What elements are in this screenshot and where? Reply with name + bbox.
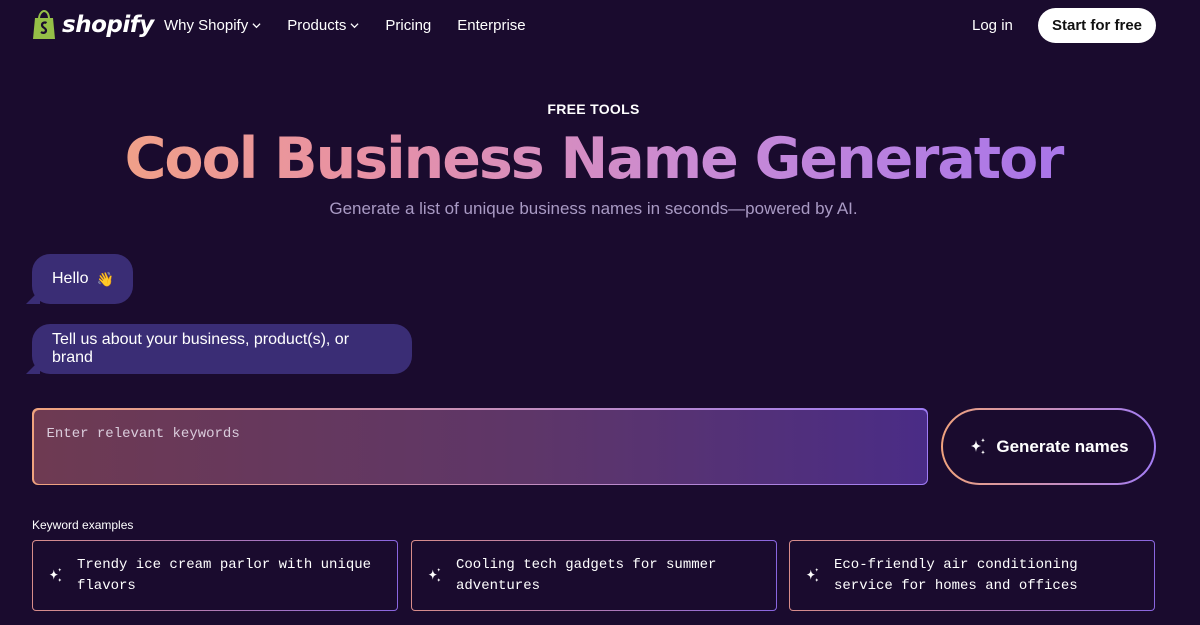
waving-hand-icon: 👋 — [96, 270, 114, 287]
example-text: Trendy ice cream parlor with unique flav… — [77, 556, 372, 594]
example-text: Cooling tech gadgets for summer adventur… — [456, 556, 717, 594]
page-title: Cool Business Name Generator — [0, 125, 1187, 193]
nav-links: Why Shopify Products Pricing Enterprise — [164, 17, 552, 34]
eyebrow-label: FREE TOOLS — [547, 101, 640, 117]
nav-pricing[interactable]: Pricing — [385, 17, 431, 34]
chevron-down-icon — [252, 23, 261, 29]
generate-button-frame: Generate names — [941, 408, 1156, 485]
keyword-examples-label: Keyword examples — [32, 518, 134, 532]
nav-products[interactable]: Products — [287, 17, 359, 34]
logo-text: shopify — [62, 12, 154, 38]
shopify-logo[interactable]: shopify — [32, 10, 154, 40]
keywords-input-frame — [32, 408, 928, 485]
example-card[interactable]: Eco-friendly air conditioning service fo… — [790, 541, 1154, 610]
nav-enterprise[interactable]: Enterprise — [457, 17, 525, 34]
shopify-bag-icon — [33, 10, 55, 39]
login-link[interactable]: Log in — [972, 17, 1013, 34]
top-nav: shopify Why Shopify Products Pricing Ent… — [0, 0, 1200, 52]
example-card[interactable]: Cooling tech gadgets for summer adventur… — [412, 541, 776, 610]
nav-label: Enterprise — [457, 17, 526, 34]
prompt-text: Tell us about your business, product(s),… — [52, 331, 350, 366]
start-for-free-button[interactable]: Start for free — [1038, 8, 1156, 43]
sparkle-icon — [971, 437, 986, 455]
nav-label: Products — [287, 17, 347, 34]
sparkle-icon — [428, 567, 441, 582]
chevron-down-icon — [350, 23, 359, 29]
nav-label: Why Shopify — [164, 17, 249, 34]
example-card[interactable]: Trendy ice cream parlor with unique flav… — [33, 541, 397, 610]
bubble-tail — [26, 290, 40, 304]
generate-label: Generate names — [996, 436, 1129, 456]
sparkle-icon — [49, 567, 62, 582]
nav-label: Pricing — [385, 17, 432, 34]
example-card-frame: Eco-friendly air conditioning service fo… — [789, 540, 1155, 611]
chat-bubble-greeting: Hello 👋 — [26, 254, 133, 304]
generate-names-button[interactable]: Generate names — [943, 410, 1154, 483]
bubble-tail — [26, 360, 40, 374]
chat-bubble-prompt: Tell us about your business, product(s),… — [26, 324, 412, 374]
greeting-text: Hello — [52, 270, 89, 287]
example-card-frame: Cooling tech gadgets for summer adventur… — [411, 540, 777, 611]
keywords-input[interactable] — [33, 409, 927, 484]
nav-why-shopify[interactable]: Why Shopify — [164, 17, 261, 34]
example-text: Eco-friendly air conditioning service fo… — [834, 556, 1078, 594]
page-subtitle: Generate a list of unique business names… — [329, 199, 858, 218]
sparkle-icon — [806, 567, 819, 582]
example-card-frame: Trendy ice cream parlor with unique flav… — [32, 540, 398, 611]
